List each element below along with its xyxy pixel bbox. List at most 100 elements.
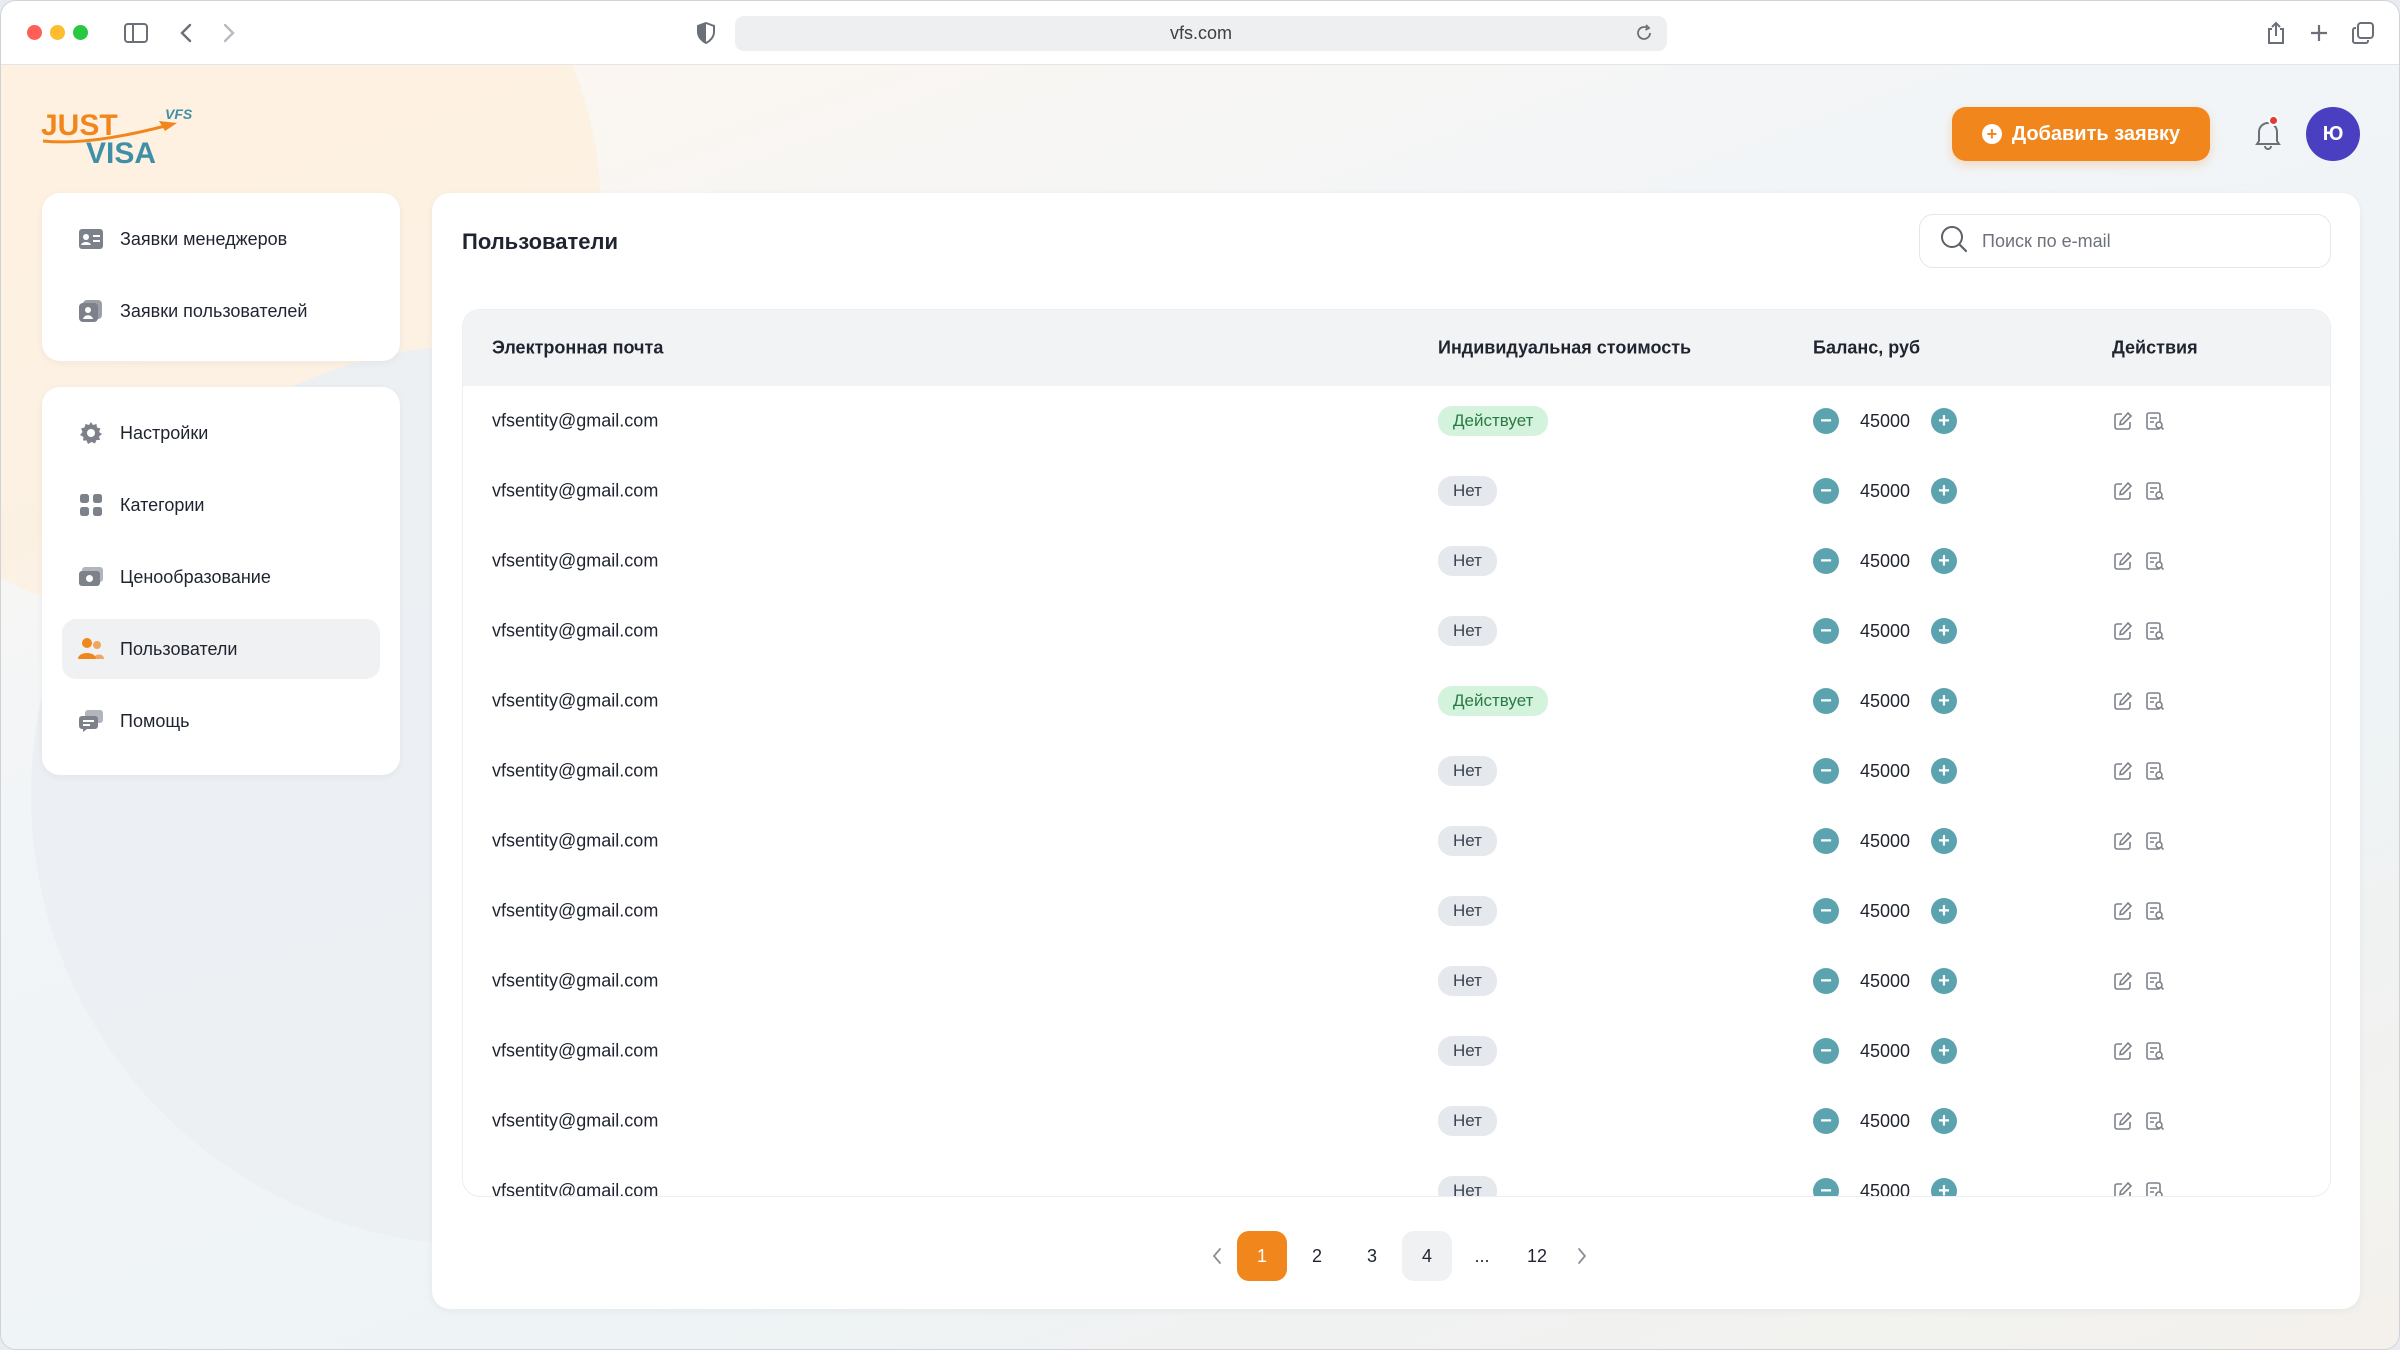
decrease-balance-button[interactable]: − — [1813, 1178, 1839, 1196]
view-details-icon[interactable] — [2144, 550, 2166, 572]
edit-icon[interactable] — [2112, 1040, 2134, 1062]
back-icon[interactable] — [171, 18, 201, 48]
new-tab-icon[interactable] — [2304, 18, 2334, 48]
table-row[interactable]: vfsentity@gmail.com Действует −45000 + — [463, 666, 2330, 736]
row-email: vfsentity@gmail.com — [492, 690, 659, 711]
increase-balance-button[interactable]: + — [1931, 898, 1957, 924]
sidebar-item-settings[interactable]: Настройки — [62, 403, 380, 463]
table-row[interactable]: vfsentity@gmail.com Нет −45000 + — [463, 736, 2330, 806]
table-row[interactable]: vfsentity@gmail.com Нет −45000 + — [463, 456, 2330, 526]
view-details-icon[interactable] — [2144, 690, 2166, 712]
table-row[interactable]: vfsentity@gmail.com Нет −45000 + — [463, 1086, 2330, 1156]
table-row[interactable]: vfsentity@gmail.com Нет −45000 + — [463, 596, 2330, 666]
view-details-icon[interactable] — [2144, 830, 2166, 852]
edit-icon[interactable] — [2112, 480, 2134, 502]
decrease-balance-button[interactable]: − — [1813, 1108, 1839, 1134]
decrease-balance-button[interactable]: − — [1813, 968, 1839, 994]
minimize-window-button[interactable] — [50, 25, 65, 40]
table-row[interactable]: vfsentity@gmail.com Действует −45000 + — [463, 386, 2330, 456]
increase-balance-button[interactable]: + — [1931, 1108, 1957, 1134]
app-logo[interactable]: JUST VISA VFS — [41, 105, 211, 175]
edit-icon[interactable] — [2112, 550, 2134, 572]
forward-icon[interactable] — [214, 18, 244, 48]
edit-icon[interactable] — [2112, 410, 2134, 432]
reload-icon[interactable] — [1635, 24, 1653, 47]
add-request-button[interactable]: + Добавить заявку — [1952, 107, 2210, 161]
view-details-icon[interactable] — [2144, 480, 2166, 502]
decrease-balance-button[interactable]: − — [1813, 688, 1839, 714]
decrease-balance-button[interactable]: − — [1813, 758, 1839, 784]
edit-icon[interactable] — [2112, 620, 2134, 642]
table-row[interactable]: vfsentity@gmail.com Нет −45000 + — [463, 876, 2330, 946]
edit-icon[interactable] — [2112, 970, 2134, 992]
next-page-icon[interactable] — [1567, 1231, 1597, 1281]
avatar[interactable]: Ю — [2306, 107, 2360, 161]
page-button[interactable]: 4 — [1402, 1231, 1452, 1281]
decrease-balance-button[interactable]: − — [1813, 408, 1839, 434]
row-email: vfsentity@gmail.com — [492, 760, 659, 781]
page-button[interactable]: 1 — [1237, 1231, 1287, 1281]
sidebar-item-user-requests[interactable]: Заявки пользователей — [62, 281, 380, 341]
status-badge: Нет — [1438, 896, 1497, 926]
decrease-balance-button[interactable]: − — [1813, 548, 1839, 574]
view-details-icon[interactable] — [2144, 410, 2166, 432]
balance-value: 45000 — [1859, 690, 1911, 711]
prev-page-icon[interactable] — [1202, 1231, 1232, 1281]
increase-balance-button[interactable]: + — [1931, 1038, 1957, 1064]
increase-balance-button[interactable]: + — [1931, 828, 1957, 854]
table-row[interactable]: vfsentity@gmail.com Нет −45000 + — [463, 806, 2330, 876]
increase-balance-button[interactable]: + — [1931, 758, 1957, 784]
close-window-button[interactable] — [27, 25, 42, 40]
sidebar-item-users[interactable]: Пользователи — [62, 619, 380, 679]
sidebar-item-pricing[interactable]: Ценообразование — [62, 547, 380, 607]
decrease-balance-button[interactable]: − — [1813, 478, 1839, 504]
view-details-icon[interactable] — [2144, 1040, 2166, 1062]
decrease-balance-button[interactable]: − — [1813, 618, 1839, 644]
view-details-icon[interactable] — [2144, 760, 2166, 782]
view-details-icon[interactable] — [2144, 970, 2166, 992]
view-details-icon[interactable] — [2144, 1110, 2166, 1132]
view-details-icon[interactable] — [2144, 900, 2166, 922]
search-input[interactable] — [1982, 230, 2302, 252]
edit-icon[interactable] — [2112, 760, 2134, 782]
edit-icon[interactable] — [2112, 1180, 2134, 1196]
increase-balance-button[interactable]: + — [1931, 688, 1957, 714]
decrease-balance-button[interactable]: − — [1813, 1038, 1839, 1064]
decrease-balance-button[interactable]: − — [1813, 898, 1839, 924]
table-row[interactable]: vfsentity@gmail.com Нет −45000 + — [463, 946, 2330, 1016]
address-bar[interactable]: vfs.com — [735, 16, 1667, 51]
table-row[interactable]: vfsentity@gmail.com Нет −45000 + — [463, 526, 2330, 596]
maximize-window-button[interactable] — [73, 25, 88, 40]
share-icon[interactable] — [2261, 18, 2291, 48]
row-actions — [2112, 1110, 2166, 1132]
increase-balance-button[interactable]: + — [1931, 548, 1957, 574]
search-box[interactable] — [1919, 214, 2331, 268]
increase-balance-button[interactable]: + — [1931, 408, 1957, 434]
sidebar-item-categories[interactable]: Категории — [62, 475, 380, 535]
increase-balance-button[interactable]: + — [1931, 618, 1957, 644]
header-balance[interactable]: Баланс, руб — [1813, 338, 1920, 359]
page-button[interactable]: 2 — [1292, 1231, 1342, 1281]
tabs-overview-icon[interactable] — [2348, 18, 2378, 48]
header-cost[interactable]: Индивидуальная стоимость — [1438, 338, 1691, 359]
edit-icon[interactable] — [2112, 690, 2134, 712]
page-button[interactable]: 3 — [1347, 1231, 1397, 1281]
page-button[interactable]: 12 — [1512, 1231, 1562, 1281]
shield-icon[interactable] — [691, 18, 721, 48]
view-details-icon[interactable] — [2144, 1180, 2166, 1196]
increase-balance-button[interactable]: + — [1931, 968, 1957, 994]
increase-balance-button[interactable]: + — [1931, 1178, 1957, 1196]
edit-icon[interactable] — [2112, 1110, 2134, 1132]
sidebar-item-manager-requests[interactable]: Заявки менеджеров — [62, 209, 380, 269]
view-details-icon[interactable] — [2144, 620, 2166, 642]
edit-icon[interactable] — [2112, 830, 2134, 852]
users-icon — [78, 636, 104, 662]
increase-balance-button[interactable]: + — [1931, 478, 1957, 504]
table-row[interactable]: vfsentity@gmail.com Нет −45000 + — [463, 1016, 2330, 1086]
sidebar-item-help[interactable]: Помощь — [62, 691, 380, 751]
edit-icon[interactable] — [2112, 900, 2134, 922]
table-row[interactable]: vfsentity@gmail.com Нет −45000 + — [463, 1156, 2330, 1196]
sidebar-toggle-icon[interactable] — [121, 18, 151, 48]
header-email[interactable]: Электронная почта — [492, 338, 663, 359]
decrease-balance-button[interactable]: − — [1813, 828, 1839, 854]
